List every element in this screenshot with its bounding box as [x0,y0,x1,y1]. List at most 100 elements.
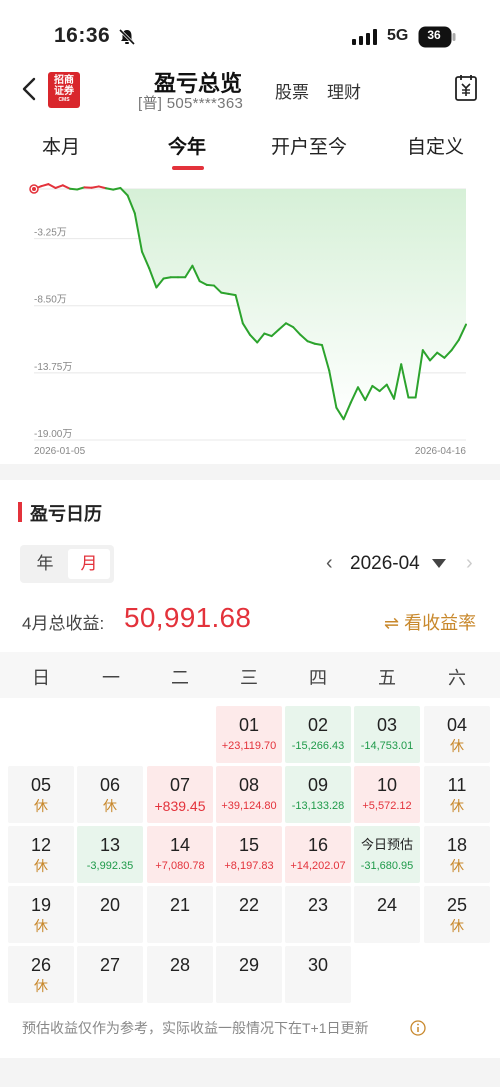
x-end-label: 2026-04-16 [415,446,467,457]
profit-chart[interactable]: -3.25万 -8.50万 -13.75万 -19.00万 2026-01-05 2026… [0,172,500,464]
prev-month-icon[interactable]: ‹ [326,552,333,575]
calendar-day-number: 28 [169,955,191,975]
weekday-sat: 六 [448,668,466,688]
top-header: 招商 证券 CMS 盈亏总览 [普] 505****363 股票 理财 [0,58,500,118]
calendar-day-number: 18 [446,835,468,855]
calendar-day-number: 23 [307,895,329,915]
info-icon[interactable] [410,1020,426,1036]
calendar-day-cell[interactable]: 21 [147,886,213,943]
calendar-day-cell[interactable]: 28 [147,946,213,1003]
calendar-day-number: 16 [307,835,329,855]
profit-line-segment [54,184,64,189]
toggle-year[interactable]: 年 [24,549,66,579]
weekday-wed: 三 [240,668,258,688]
profit-line-segment [61,184,71,190]
calendar-day-cell[interactable]: 13 -3,992.35 [77,826,143,883]
calendar-day-number: 20 [99,895,121,915]
calendar-day-cell[interactable]: 16 +14,202.07 [285,826,351,883]
calendar-day-cell[interactable]: 15 +8,197.83 [216,826,282,883]
calendar-day-cell[interactable]: 14 +7,080.78 [147,826,213,883]
calendar-day-cell[interactable]: 03 -14,753.01 [354,706,420,763]
calendar-day-cell[interactable]: 18 休 [424,826,490,883]
loss-area [34,189,466,420]
calendar-day-number: 01 [238,715,260,735]
weekday-thu: 四 [309,668,327,688]
rest-day-label: 休 [450,858,464,874]
profit-line-segment [162,276,172,280]
calendar-day-cell[interactable]: 23 [285,886,351,943]
calendar-day-number: 02 [307,715,329,735]
calendar-day-cell[interactable]: 11 休 [424,766,490,823]
calendar-day-number: 05 [30,775,52,795]
profit-line-segment [40,183,50,188]
rest-day-label: 休 [103,798,117,814]
weekday-mon: 一 [102,668,120,688]
y-tick-label: -19.00万 [34,429,72,440]
year-month-toggle: 年 月 [20,545,114,583]
nav-stock[interactable]: 股票 [275,78,309,103]
next-month-icon[interactable]: › [466,552,473,575]
calendar-day-cell[interactable]: 12 休 [8,826,74,883]
calendar-day-cell[interactable]: 06 休 [77,766,143,823]
calendar-day-cell[interactable]: 29 [216,946,282,1003]
weekday-sun: 日 [32,668,50,688]
calendar-day-cell[interactable]: 27 [77,946,143,1003]
toggle-month[interactable]: 月 [68,549,110,579]
calendar-day-cell[interactable]: 01 +23,119.70 [216,706,282,763]
tab-custom[interactable]: 自定义 [407,132,464,159]
tab-this-month[interactable]: 本月 [42,132,80,159]
calendar-day-number: 29 [238,955,260,975]
calendar-day-cell[interactable]: 30 [285,946,351,1003]
bill-icon[interactable] [454,74,478,102]
month-selector[interactable]: 2026-04 [350,553,420,575]
calendar-day-cell[interactable]: 22 [216,886,282,943]
signal-icon [352,29,377,45]
status-time: 16:36 [54,24,111,47]
calendar-day-cell[interactable]: 10 +5,572.12 [354,766,420,823]
calendar-day-cell[interactable]: 08 +39,124.80 [216,766,282,823]
daily-profit-value: +14,202.07 [290,860,346,872]
calendar-day-cell[interactable]: 25 休 [424,886,490,943]
calendar-day-number: 21 [169,895,191,915]
calendar-day-cell[interactable]: 05 休 [8,766,74,823]
rest-day-label: 休 [34,858,48,874]
profit-calendar: 盈亏日历 年 月 ‹ 2026-04 › 4月总收益: 50,991.68 ⇌ … [0,480,500,1058]
daily-profit-value: +23,119.70 [221,740,277,752]
logo-text-1: 招商 [54,75,74,86]
calendar-day-number: 09 [307,775,329,795]
calendar-day-number: 11 [447,775,467,795]
calendar-day-number: 12 [30,835,52,855]
y-tick-label: -8.50万 [34,295,67,306]
daily-profit-value: +8,197.83 [224,860,274,872]
daily-profit-value: -15,266.43 [291,740,345,752]
daily-profit-value: -14,753.01 [360,740,414,752]
calendar-day-cell[interactable]: 20 [77,886,143,943]
y-tick-label: -3.25万 [34,228,67,239]
view-return-rate-link[interactable]: ⇌ 看收益率 [384,609,476,635]
nav-finance[interactable]: 理财 [327,78,361,103]
calendar-day-number: 03 [376,715,398,735]
calendar-day-cell[interactable]: 09 -13,133.28 [285,766,351,823]
calendar-day-cell[interactable]: 19 休 [8,886,74,943]
back-icon[interactable] [18,74,42,104]
calendar-day-cell[interactable]: 02 -15,266.43 [285,706,351,763]
calendar-day-number: 06 [99,775,121,795]
weekday-tue: 二 [171,668,189,688]
month-total-label: 4月总收益: [22,614,105,633]
calendar-day-cell[interactable]: 07 +839.45 [147,766,213,823]
calendar-day-cell[interactable]: 24 [354,886,420,943]
calendar-day-cell[interactable]: 今日预估 -31,680.95 [354,826,420,883]
calendar-day-number: 14 [169,835,191,855]
calendar-title: 盈亏日历 [30,504,102,524]
rest-day-label: 休 [34,978,48,994]
tab-this-year[interactable]: 今年 [168,132,206,159]
tab-since-open[interactable]: 开户至今 [271,132,347,159]
daily-profit-value: +39,124.80 [221,800,277,812]
profit-line-segment [205,283,215,287]
caret-down-icon[interactable] [432,559,446,568]
profit-line-segment [313,342,323,347]
daily-profit-value: +7,080.78 [155,860,205,872]
calendar-day-cell[interactable]: 04 休 [424,706,490,763]
calendar-day-cell[interactable]: 26 休 [8,946,74,1003]
logo-sub: CMS [58,97,70,103]
